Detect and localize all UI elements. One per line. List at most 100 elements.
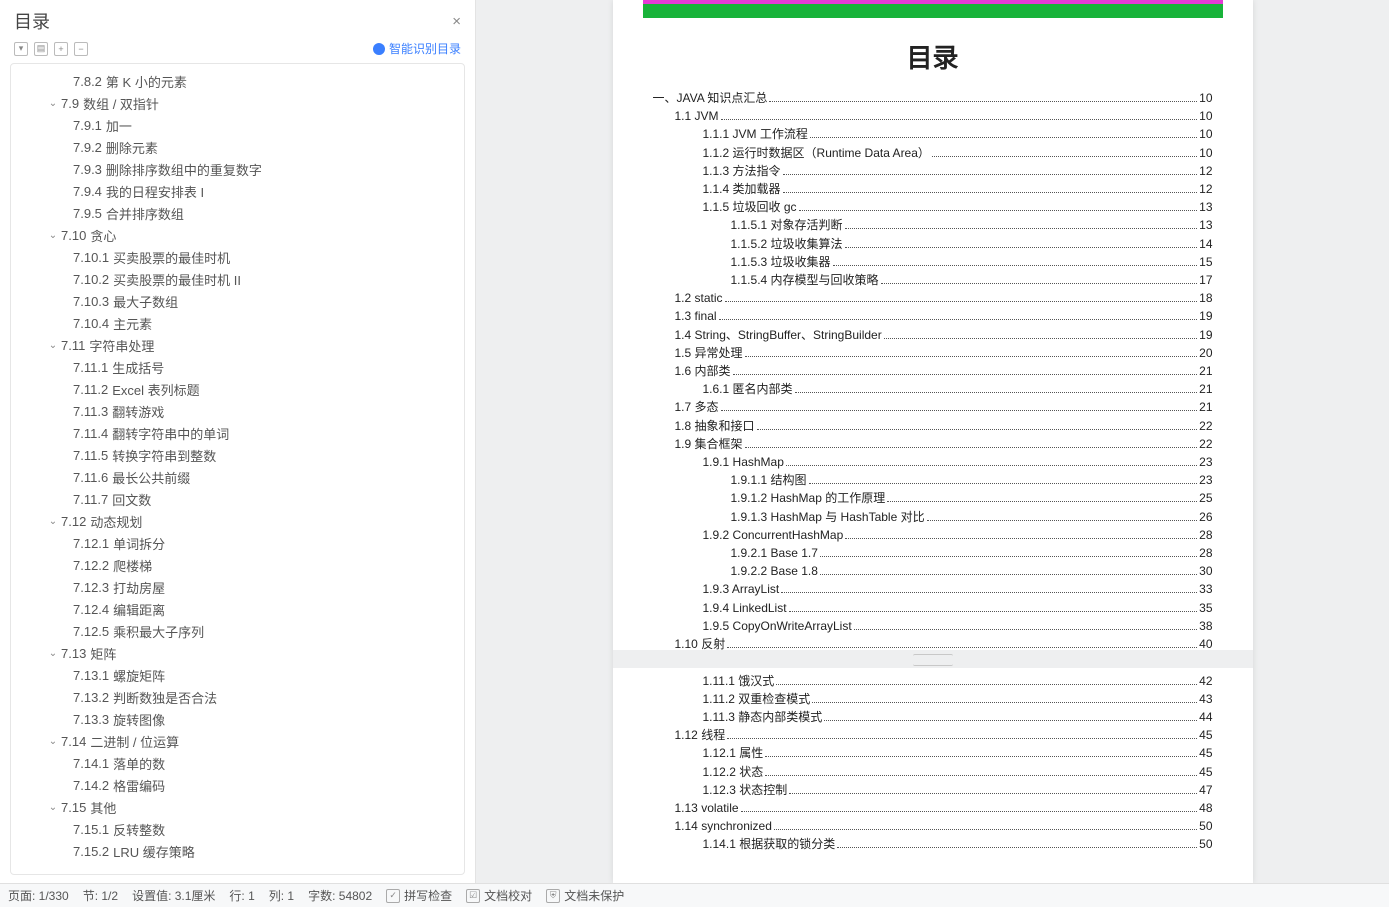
outline-leaf[interactable]: 7.10.1买卖股票的最佳时机 — [11, 246, 464, 268]
toc-row[interactable]: 1.14 synchronized50 — [653, 817, 1213, 835]
outline-leaf[interactable]: 7.15.1反转整数 — [11, 818, 464, 840]
outline-leaf[interactable]: 7.9.5合并排序数组 — [11, 202, 464, 224]
status-docproof[interactable]: ☑ 文档校对 — [466, 887, 532, 904]
status-chars[interactable]: 字数: 54802 — [308, 887, 372, 904]
toc-row[interactable]: 1.1.5.1 对象存活判断13 — [653, 216, 1213, 234]
outline-leaf[interactable]: 7.14.2格雷编码 — [11, 774, 464, 796]
outline-leaf[interactable]: 7.11.3翻转游戏 — [11, 400, 464, 422]
toc-row[interactable]: 1.7 多态21 — [653, 398, 1213, 416]
outline-leaf[interactable]: 7.12.1单词拆分 — [11, 532, 464, 554]
toc-row[interactable]: 1.13 volatile48 — [653, 799, 1213, 817]
outline-leaf[interactable]: 7.15.2LRU 缓存策略 — [11, 840, 464, 862]
collapse-all-icon[interactable]: ▾ — [14, 42, 28, 56]
outline-section[interactable]: ⌄7.9数组 / 双指针 — [11, 92, 464, 114]
outline-leaf[interactable]: 7.12.2爬楼梯 — [11, 554, 464, 576]
toc-row[interactable]: 1.9.3 ArrayList33 — [653, 580, 1213, 598]
toc-row[interactable]: 1.9 集合框架22 — [653, 435, 1213, 453]
chevron-down-icon[interactable]: ⌄ — [47, 802, 59, 813]
chevron-down-icon[interactable]: ⌄ — [47, 340, 59, 351]
outline-leaf[interactable]: 7.13.2判断数独是否合法 — [11, 686, 464, 708]
toc-row[interactable]: 1.9.1.3 HashMap 与 HashTable 对比26 — [653, 508, 1213, 526]
outline-leaf[interactable]: 7.9.3删除排序数组中的重复数字 — [11, 158, 464, 180]
toc-row[interactable]: 1.1.2 运行时数据区（Runtime Data Area）10 — [653, 144, 1213, 162]
remove-icon[interactable]: − — [74, 42, 88, 56]
outline-leaf[interactable]: 7.11.5转换字符串到整数 — [11, 444, 464, 466]
toc-row[interactable]: 1.11.2 双重检查模式43 — [653, 690, 1213, 708]
outline-section[interactable]: ⌄7.12动态规划 — [11, 510, 464, 532]
status-spellcheck[interactable]: ✓ 拼写检查 — [386, 887, 452, 904]
outline-section[interactable]: ⌄7.15其他 — [11, 796, 464, 818]
outline-leaf[interactable]: 7.10.3最大子数组 — [11, 290, 464, 312]
document-area[interactable]: 目录 一、JAVA 知识点汇总101.1 JVM101.1.1 JVM 工作流程… — [476, 0, 1389, 883]
toc-row[interactable]: 1.12.3 状态控制47 — [653, 781, 1213, 799]
toc-row[interactable]: 1.1.1 JVM 工作流程10 — [653, 125, 1213, 143]
toc-row[interactable]: 1.12.2 状态45 — [653, 763, 1213, 781]
outline-leaf[interactable]: 7.10.2买卖股票的最佳时机 II — [11, 268, 464, 290]
status-page[interactable]: 页面: 1/330 — [8, 887, 69, 904]
chevron-down-icon[interactable]: ⌄ — [47, 736, 59, 747]
toc-row[interactable]: 1.1.5.2 垃圾收集算法14 — [653, 235, 1213, 253]
outline-leaf[interactable]: 7.11.2Excel 表列标题 — [11, 378, 464, 400]
toc-row[interactable]: 1.1.5.4 内存模型与回收策略17 — [653, 271, 1213, 289]
toc-row[interactable]: 1.1.4 类加载器12 — [653, 180, 1213, 198]
outline-leaf[interactable]: 7.11.6最长公共前缀 — [11, 466, 464, 488]
toc-row[interactable]: 一、JAVA 知识点汇总10 — [653, 89, 1213, 107]
close-icon[interactable]: × — [452, 13, 461, 30]
toc-row[interactable]: 1.14.1 根据获取的锁分类50 — [653, 835, 1213, 853]
outline-leaf[interactable]: 7.14.1落单的数 — [11, 752, 464, 774]
outline-tree[interactable]: 7.8.2第 K 小的元素⌄7.9数组 / 双指针7.9.1加一7.9.2删除元… — [11, 64, 464, 874]
toc-row[interactable]: 1.9.2.1 Base 1.728 — [653, 544, 1213, 562]
toc-row[interactable]: 1.3 final19 — [653, 307, 1213, 325]
status-setvalue[interactable]: 设置值: 3.1厘米 — [132, 887, 215, 904]
toc-row[interactable]: 1.1.5.3 垃圾收集器15 — [653, 253, 1213, 271]
toc-row[interactable]: 1.9.2.2 Base 1.830 — [653, 562, 1213, 580]
outline-leaf[interactable]: 7.12.4编辑距离 — [11, 598, 464, 620]
toc-row[interactable]: 1.11.1 饿汉式42 — [653, 672, 1213, 690]
chevron-down-icon[interactable]: ⌄ — [47, 98, 59, 109]
outline-leaf[interactable]: 7.11.4翻转字符串中的单词 — [11, 422, 464, 444]
toc-row[interactable]: 1.8 抽象和接口22 — [653, 417, 1213, 435]
toc-row[interactable]: 1.9.5 CopyOnWriteArrayList38 — [653, 617, 1213, 635]
toc-row[interactable]: 1.5 异常处理20 — [653, 344, 1213, 362]
sort-icon[interactable]: ▤ — [34, 42, 48, 56]
toc-row[interactable]: 1.6.1 匿名内部类21 — [653, 380, 1213, 398]
outline-leaf[interactable]: 7.11.7回文数 — [11, 488, 464, 510]
outline-leaf[interactable]: 7.11.1生成括号 — [11, 356, 464, 378]
toc-row[interactable]: 1.12 线程45 — [653, 726, 1213, 744]
outline-leaf[interactable]: 7.10.4主元素 — [11, 312, 464, 334]
outline-section[interactable]: ⌄7.13矩阵 — [11, 642, 464, 664]
toc-row[interactable]: 1.9.1.2 HashMap 的工作原理25 — [653, 489, 1213, 507]
toc-row[interactable]: 1.4 String、StringBuffer、StringBuilder19 — [653, 326, 1213, 344]
status-line[interactable]: 行: 1 — [229, 887, 254, 904]
outline-leaf[interactable]: 7.9.4我的日程安排表 I — [11, 180, 464, 202]
toc-row[interactable]: 1.1 JVM10 — [653, 107, 1213, 125]
chevron-down-icon[interactable]: ⌄ — [47, 516, 59, 527]
toc-row[interactable]: 1.2 static18 — [653, 289, 1213, 307]
toc-row[interactable]: 1.9.2 ConcurrentHashMap28 — [653, 526, 1213, 544]
outline-section[interactable]: ⌄7.10贪心 — [11, 224, 464, 246]
toc-row[interactable]: 1.6 内部类21 — [653, 362, 1213, 380]
toc-row[interactable]: 1.11.3 静态内部类模式44 — [653, 708, 1213, 726]
outline-leaf[interactable]: 7.12.3打劫房屋 — [11, 576, 464, 598]
status-docprotect[interactable]: ⛨ 文档未保护 — [546, 887, 624, 904]
toc-row[interactable]: 1.12.1 属性45 — [653, 744, 1213, 762]
outline-leaf[interactable]: 7.12.5乘积最大子序列 — [11, 620, 464, 642]
toc-row[interactable]: 1.9.1.1 结构图23 — [653, 471, 1213, 489]
status-section[interactable]: 节: 1/2 — [83, 887, 118, 904]
outline-leaf[interactable]: 7.9.1加一 — [11, 114, 464, 136]
outline-section[interactable]: ⌄7.11字符串处理 — [11, 334, 464, 356]
outline-leaf[interactable]: 7.13.3旋转图像 — [11, 708, 464, 730]
chevron-down-icon[interactable]: ⌄ — [47, 230, 59, 241]
toc-row[interactable]: 1.9.1 HashMap23 — [653, 453, 1213, 471]
outline-leaf[interactable]: 7.13.1螺旋矩阵 — [11, 664, 464, 686]
toc-row[interactable]: 1.1.3 方法指令12 — [653, 162, 1213, 180]
status-col[interactable]: 列: 1 — [269, 887, 294, 904]
toc-row[interactable]: 1.9.4 LinkedList35 — [653, 599, 1213, 617]
add-icon[interactable]: + — [54, 42, 68, 56]
outline-section[interactable]: ⌄7.14二进制 / 位运算 — [11, 730, 464, 752]
smart-detect-toc[interactable]: 智能识别目录 — [373, 40, 461, 57]
chevron-down-icon[interactable]: ⌄ — [47, 648, 59, 659]
outline-leaf[interactable]: 7.8.2第 K 小的元素 — [11, 70, 464, 92]
toc-row[interactable]: 1.1.5 垃圾回收 gc13 — [653, 198, 1213, 216]
outline-leaf[interactable]: 7.9.2删除元素 — [11, 136, 464, 158]
